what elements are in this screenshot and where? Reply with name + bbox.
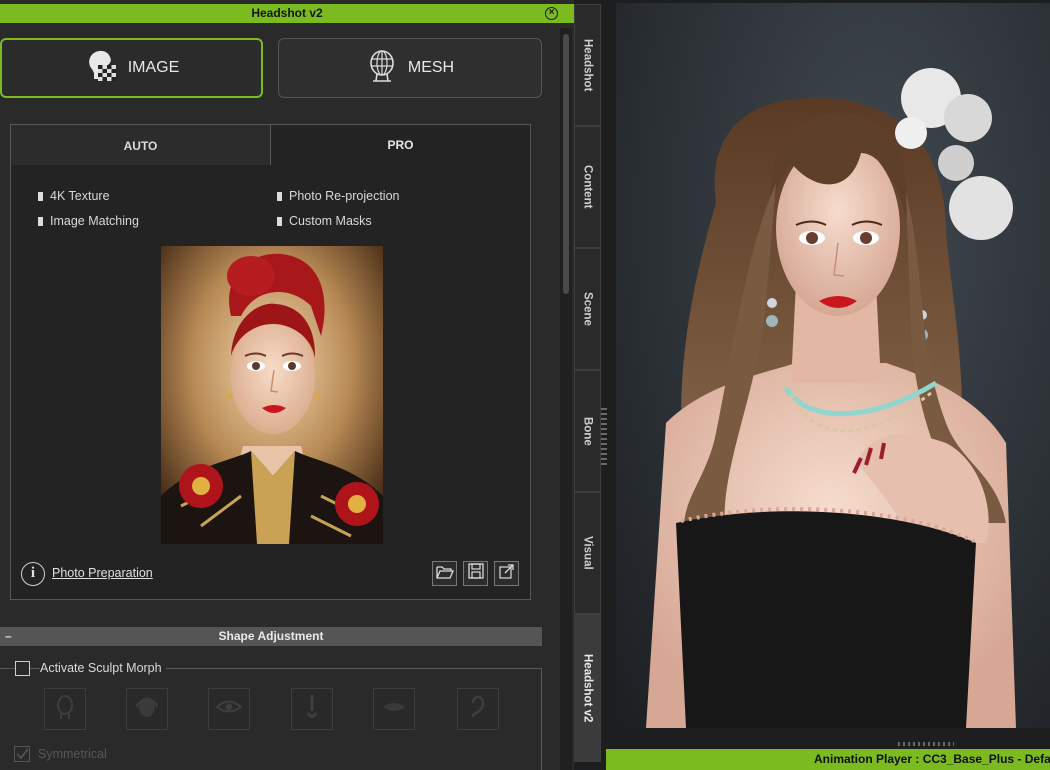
source-photo[interactable] (161, 246, 383, 544)
symmetrical-checkbox[interactable] (14, 746, 30, 762)
mesh-mode-label: MESH (407, 59, 455, 76)
photo-preparation-link[interactable]: Photo Preparation (52, 566, 153, 580)
headshot-panel: Headshot v2 × IMAGE MESH AUTO PRO 4K Tex… (0, 0, 574, 770)
ear-morph-icon (469, 693, 487, 726)
mesh-head-icon (366, 49, 398, 88)
activate-sculpt-morph-label: Activate Sculpt Morph (40, 661, 166, 675)
side-tab-content[interactable]: Content (574, 126, 601, 248)
feature-photo-reprojection: Photo Re-projection (276, 189, 400, 203)
panel-titlebar: Headshot v2 × (0, 4, 574, 23)
viewport-splitter-handle[interactable] (898, 742, 954, 746)
close-icon[interactable]: × (545, 7, 558, 20)
mesh-mode-button[interactable]: MESH (278, 38, 542, 98)
nose-morph-button[interactable] (291, 688, 333, 730)
save-button[interactable] (463, 561, 488, 586)
expand-image-button[interactable] (494, 561, 519, 586)
face-morph-icon (134, 694, 160, 725)
mode-tabs: AUTO PRO (10, 124, 531, 166)
eye-morph-icon (215, 698, 243, 721)
expand-icon (498, 563, 515, 584)
shape-adjustment-title: Shape Adjustment (218, 629, 324, 643)
mouth-morph-icon (381, 700, 407, 719)
panel-splitter-handle[interactable] (601, 408, 607, 468)
side-tab-label: Scene (581, 292, 594, 326)
mouth-morph-button[interactable] (373, 688, 415, 730)
folder-open-icon (435, 564, 454, 584)
character-render (646, 68, 1016, 728)
side-tab-label: Headshot (581, 38, 594, 92)
animation-player-status-bar: Animation Player : CC3_Base_Plus - Defau (606, 749, 1050, 770)
info-icon[interactable]: i (21, 562, 45, 586)
side-tab-label: Headshot v2 (581, 653, 594, 723)
image-mode-button[interactable]: IMAGE (0, 38, 263, 98)
head-morph-button[interactable] (44, 688, 86, 730)
activate-sculpt-morph-checkbox[interactable] (15, 661, 30, 676)
side-tab-headshot-v2[interactable]: Headshot v2 (574, 614, 601, 762)
side-tab-label: Bone (581, 416, 594, 446)
panel-title: Headshot v2 (251, 6, 323, 20)
side-tab-headshot[interactable]: Headshot (574, 4, 601, 126)
open-folder-button[interactable] (432, 561, 457, 586)
image-mode-label: IMAGE (127, 59, 180, 76)
panel-scrollbar-thumb[interactable] (563, 34, 569, 294)
image-face-icon (84, 49, 118, 88)
ear-morph-button[interactable] (457, 688, 499, 730)
head-morph-icon (54, 694, 76, 725)
tab-auto[interactable]: AUTO (10, 124, 271, 166)
collapse-icon[interactable]: – (5, 627, 12, 646)
save-icon (467, 563, 484, 584)
side-tab-strip: Headshot Content Scene Bone Visual Heads… (574, 4, 601, 762)
side-tab-label: Content (581, 165, 594, 209)
nose-morph-icon (305, 693, 319, 726)
side-tab-visual[interactable]: Visual (574, 492, 601, 614)
side-tab-bone[interactable]: Bone (574, 370, 601, 492)
eye-morph-button[interactable] (208, 688, 250, 730)
pro-settings-box: 4K Texture Photo Re-projection Image Mat… (10, 165, 531, 600)
feature-image-matching: Image Matching (38, 214, 139, 228)
feature-4k-texture: 4K Texture (38, 189, 110, 203)
tab-pro[interactable]: PRO (270, 124, 531, 166)
3d-viewport[interactable] (616, 3, 1050, 728)
symmetrical-label: Symmetrical (38, 747, 107, 761)
face-morph-button[interactable] (126, 688, 168, 730)
feature-custom-masks: Custom Masks (277, 214, 372, 228)
checkmark-icon (16, 748, 29, 760)
side-tab-scene[interactable]: Scene (574, 248, 601, 370)
side-tab-label: Visual (581, 536, 594, 570)
shape-adjustment-header[interactable]: – Shape Adjustment (0, 627, 542, 646)
